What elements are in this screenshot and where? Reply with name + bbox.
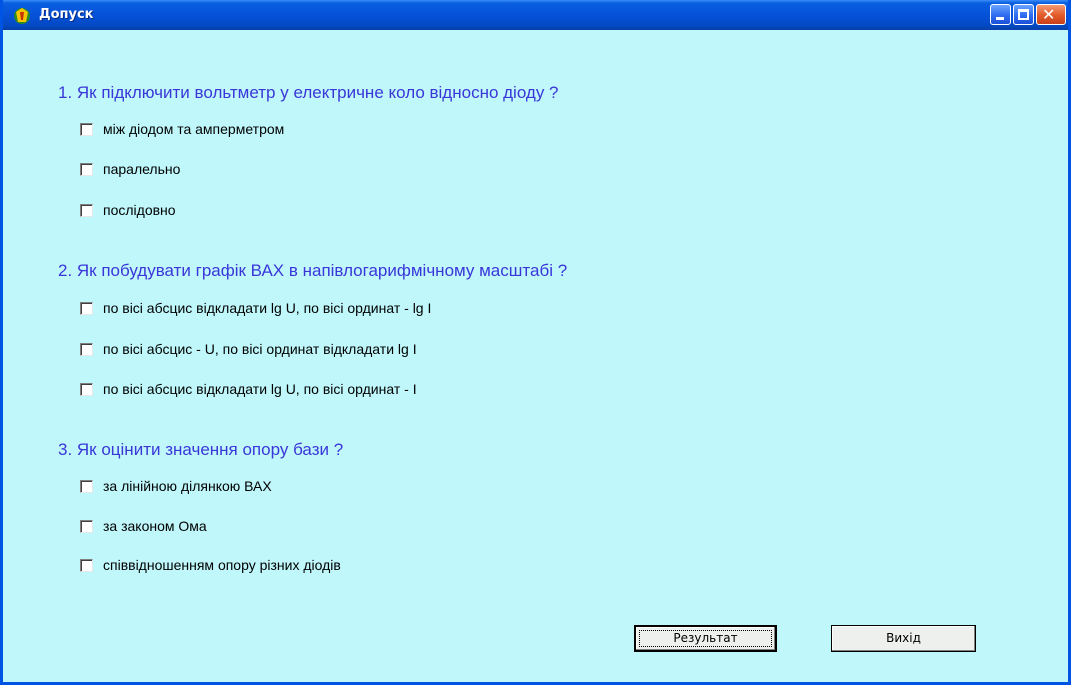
option-label: за законом Ома bbox=[103, 518, 207, 534]
checkbox[interactable] bbox=[80, 343, 93, 356]
checkbox[interactable] bbox=[80, 163, 93, 176]
dialog-window: Допуск ✕ 1. Як підключити вольтметр у ел… bbox=[0, 0, 1071, 685]
exit-button[interactable]: Вихід bbox=[831, 625, 976, 652]
window-title: Допуск bbox=[39, 7, 94, 22]
checkbox[interactable] bbox=[80, 383, 93, 396]
checkbox[interactable] bbox=[80, 204, 93, 217]
checkbox[interactable] bbox=[80, 123, 93, 136]
option-label: по вісі абсцис відкладати lg U, по вісі … bbox=[103, 300, 432, 316]
option-label: за лінійною ділянкою ВАХ bbox=[103, 478, 272, 494]
question-3: 3. Як оцінити значення опору бази ? bbox=[58, 440, 344, 459]
exit-button-label: Вихід bbox=[886, 631, 921, 645]
checkbox[interactable] bbox=[80, 559, 93, 572]
result-button[interactable]: Результат bbox=[634, 625, 777, 652]
option-label: по вісі абсцис - U, по вісі ординат відк… bbox=[103, 341, 417, 357]
question-2: 2. Як побудувати графік ВАХ в напівлогар… bbox=[58, 261, 568, 280]
option-label: по вісі абсцис відкладати lg U, по вісі … bbox=[103, 381, 417, 397]
option-label: паралельно bbox=[103, 161, 181, 177]
option-label: послідовно bbox=[103, 202, 176, 218]
option-label: співвідношенням опору різних діодів bbox=[103, 557, 341, 573]
checkbox[interactable] bbox=[80, 520, 93, 533]
checkbox[interactable] bbox=[80, 480, 93, 493]
maximize-icon bbox=[1018, 9, 1029, 20]
close-icon: ✕ bbox=[1042, 5, 1056, 24]
minimize-icon bbox=[996, 17, 1004, 20]
question-1: 1. Як підключити вольтметр у електричне … bbox=[58, 83, 559, 102]
maximize-button[interactable] bbox=[1013, 4, 1034, 25]
close-button[interactable]: ✕ bbox=[1036, 4, 1066, 25]
app-icon bbox=[14, 8, 30, 24]
focus-rect bbox=[639, 630, 772, 647]
title-bar[interactable]: Допуск ✕ bbox=[3, 0, 1068, 30]
option-label: між діодом та амперметром bbox=[103, 121, 285, 137]
checkbox[interactable] bbox=[80, 302, 93, 315]
minimize-button[interactable] bbox=[990, 4, 1011, 25]
